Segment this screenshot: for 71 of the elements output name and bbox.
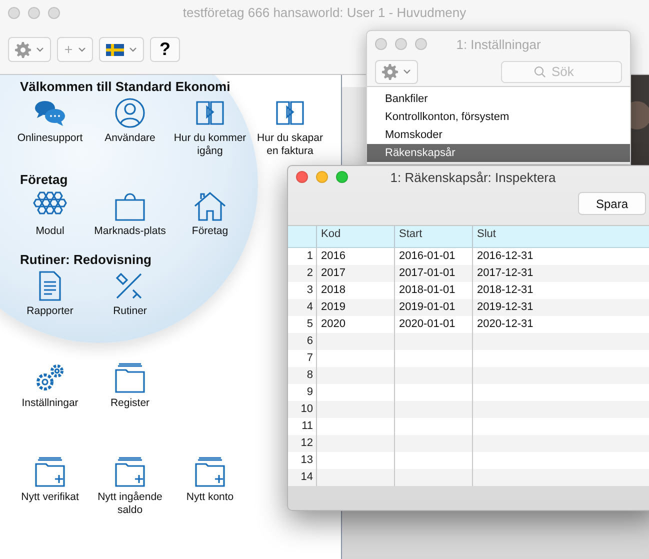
settings-menu-button[interactable] [8,37,51,62]
window-title: testföretag 666 hansaworld: User 1 - Huvudmeny [182,5,466,20]
new-folder-icon [113,456,147,488]
shortcut-label[interactable]: Onlinesupport [17,132,83,145]
table-cell: 2017-01-01 [394,265,472,282]
window-title: 1: Inställningar [456,36,541,52]
shortcut-label[interactable]: Register [110,397,150,410]
search-field[interactable]: Sök [501,60,622,82]
shortcut-label[interactable]: Marknads-plats [94,225,166,238]
help-button[interactable]: ? [150,37,180,62]
shortcut-label[interactable]: Hur du kommer igång [170,132,250,158]
row-number: 6 [288,333,316,350]
table-cell: 2019-01-01 [394,299,472,316]
shortcut-label[interactable]: Modul [36,225,64,238]
minimize-button[interactable] [28,6,40,18]
row-number: 8 [288,367,316,384]
zoom-button[interactable] [415,38,427,50]
settings-menu-button[interactable] [375,60,418,84]
plus-icon [64,45,73,54]
shortcut-label[interactable]: Nytt konto [186,491,234,504]
gear-icon [382,64,398,80]
row-number: 2 [288,265,316,282]
zoom-button[interactable] [48,6,60,18]
language-menu-button[interactable] [99,37,144,62]
shortcut-label[interactable]: Inställningar [22,397,78,410]
settings-list-item[interactable]: Räkenskapsår [367,144,630,162]
column-header [288,226,316,248]
shortcut-label[interactable]: Användare [104,132,156,145]
section-heading: Företag [20,172,68,189]
folder-icon [113,362,147,394]
flag-icon [106,44,124,56]
close-button[interactable] [375,38,387,50]
row-number: 4 [288,299,316,316]
row-number: 12 [288,435,316,452]
shortcut-label[interactable]: Rapporter [26,305,74,318]
new-folder-icon [193,456,227,488]
table-cell: 2019 [316,299,394,316]
house-icon [193,190,227,222]
close-button[interactable] [8,6,20,18]
close-button[interactable] [296,171,308,183]
shortcut-label[interactable]: Nytt verifikat [21,491,79,504]
search-input[interactable]: Sök [550,63,590,80]
gear-icon [15,42,31,58]
row-number: 10 [288,401,316,418]
shortcut-label[interactable]: Hur du skapar en faktura [250,132,330,158]
table-cell: 2019-12-31 [472,299,649,316]
shopping-bag-icon [113,190,147,222]
shortcut-label[interactable]: Företag [192,225,228,238]
save-button[interactable]: Spara [578,192,646,215]
shortcut-label[interactable]: Nytt ingående saldo [90,491,170,517]
column-header[interactable]: Start [394,226,472,248]
section-heading: Välkommen till Standard Ekonomi [20,79,230,96]
shortcut-label[interactable]: Rutiner [113,305,147,318]
new-folder-icon [33,456,67,488]
caret-icon [403,69,411,74]
add-menu-button[interactable] [57,37,93,62]
caret-icon [129,47,137,52]
column-header[interactable]: Slut [472,226,649,248]
row-number: 14 [288,469,316,486]
table-cell: 2017-12-31 [472,265,649,282]
zoom-button[interactable] [336,171,348,183]
window-title: 1: Räkenskapsår: Inspektera [390,170,556,184]
minimize-button[interactable] [395,38,407,50]
section-heading: Rutiner: Redovisning [20,252,152,269]
search-icon [534,66,546,78]
caret-icon [78,47,86,52]
column-header[interactable]: Kod [316,226,394,248]
user-icon [113,97,147,129]
table-cell: 2017 [316,265,394,282]
caret-icon [36,47,44,52]
minimize-button[interactable] [316,171,328,183]
